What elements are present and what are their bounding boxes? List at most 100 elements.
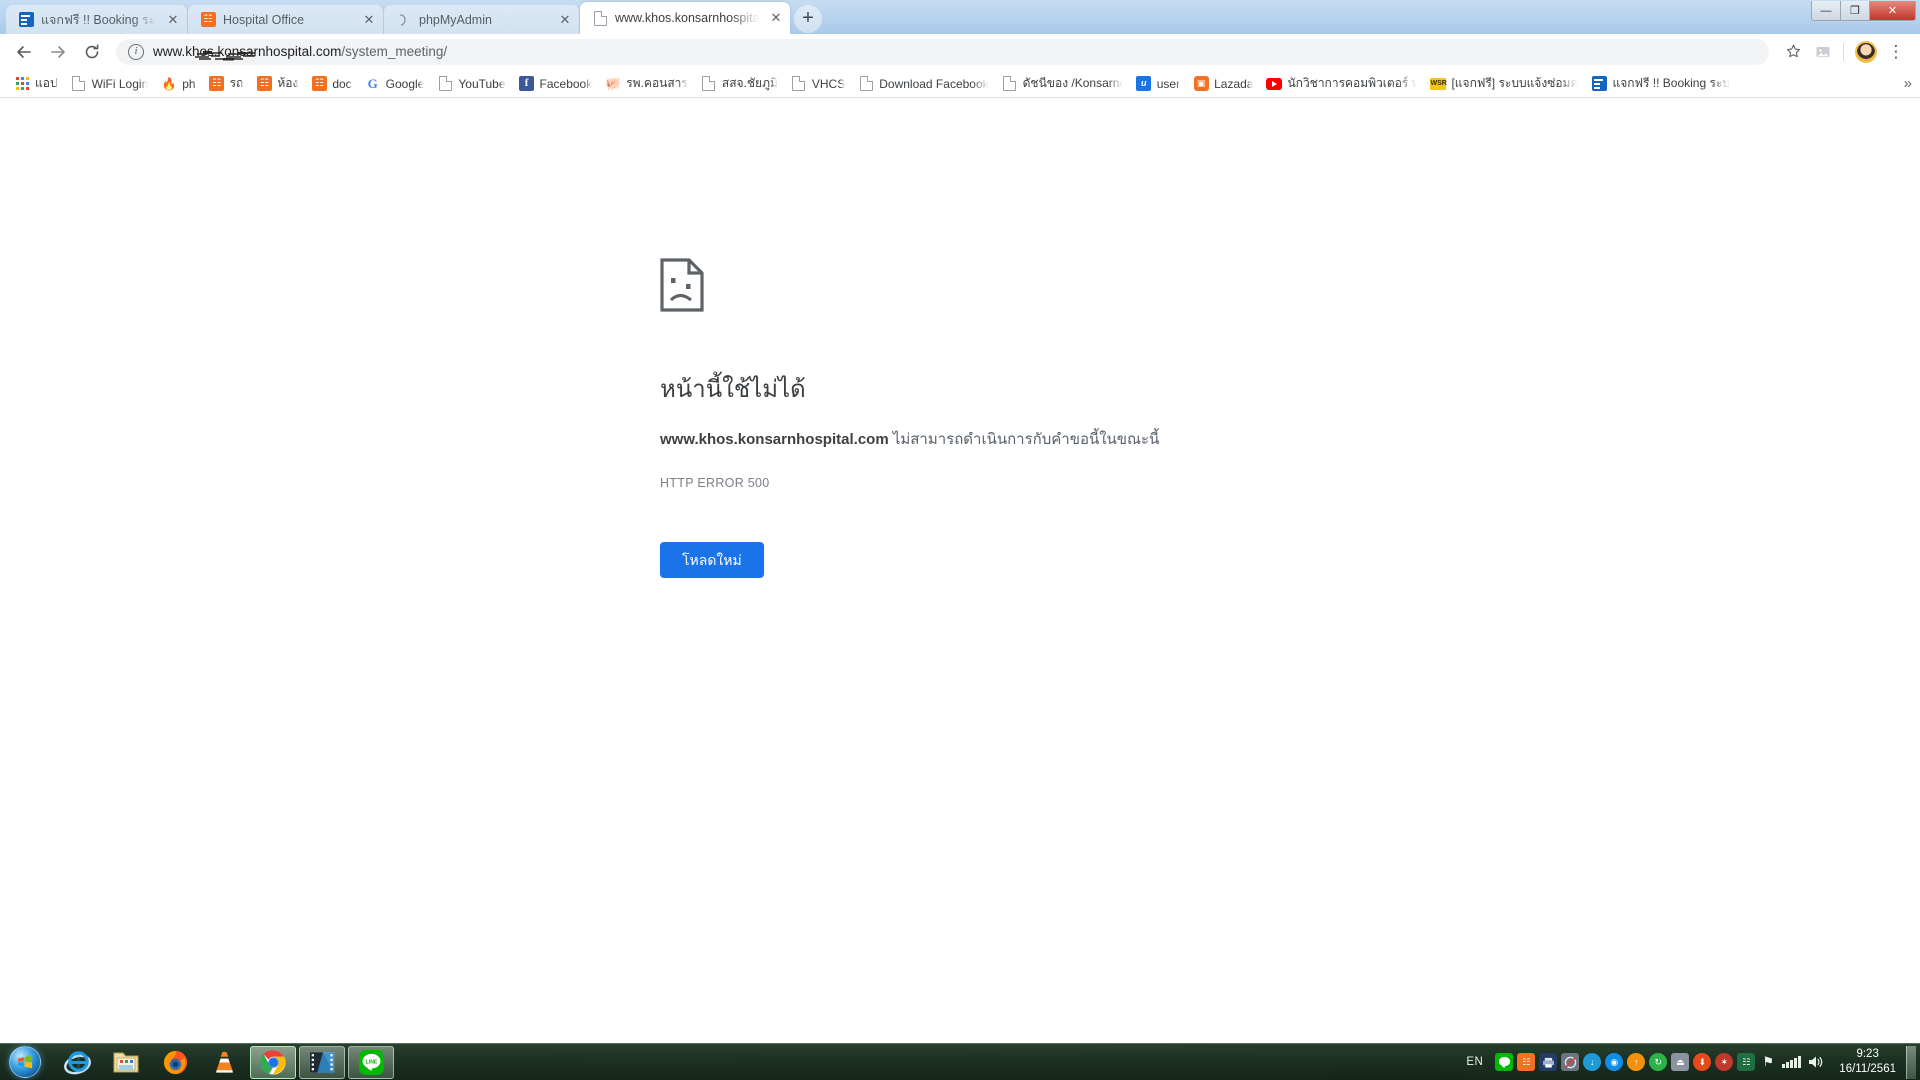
bookmark-label: user [1156, 76, 1181, 91]
update-tray-icon[interactable]: ↑ [1627, 1053, 1646, 1071]
reload-button[interactable]: โหลดใหม่ [660, 541, 764, 579]
doc-icon [858, 76, 874, 92]
error-description: www.khos.konsarnhospital.com ไม่สามารถดำ… [660, 429, 1300, 452]
page-title: หน้านี้ใช้ไม่ได้ [660, 376, 806, 403]
bookmark-download-facebook[interactable]: Download Facebook [852, 74, 994, 94]
bookmark-user[interactable]: u user [1130, 74, 1186, 94]
new-tab-button[interactable]: + [794, 5, 822, 33]
tab-hospital-office[interactable]: ☷ Hospital Office ✕ [188, 5, 384, 34]
bookmark-booking-system[interactable]: แจกฟรี !! Booking ระบ [1585, 72, 1736, 95]
phpmyadmin-icon [396, 12, 412, 28]
bookmark-chaiyaphum[interactable]: สสจ.ชัยภูมิ [695, 72, 784, 95]
error-reason: ไม่สามารถดำเนินการกับคำขอนี้ในขณะนี้ [888, 431, 1160, 449]
error-host: www.khos.konsarnhospital.com [660, 431, 889, 449]
error-content: หน้านี้ใช้ไม่ได้ www.khos.konsarnhospita… [660, 258, 1300, 579]
restore-button[interactable]: ❐ [1841, 1, 1870, 20]
speaker-icon[interactable] [1805, 1053, 1825, 1071]
clock[interactable]: 9:23 16/11/2561 [1839, 1047, 1896, 1077]
clock-date: 16/11/2561 [1839, 1063, 1896, 1075]
bookmark-wifi-login[interactable]: WiFi Login [65, 74, 155, 94]
ccleaner-icon[interactable]: ✶ [1715, 1053, 1734, 1071]
action-center-icon[interactable]: ⚑ [1759, 1053, 1777, 1071]
taskbar-google-chrome[interactable] [250, 1045, 296, 1079]
xampp-icon: ☷ [200, 12, 216, 28]
bookmark-label: WiFi Login [91, 76, 149, 91]
minimize-button[interactable]: — [1812, 1, 1841, 20]
tab-khos-konsarnhospital[interactable]: www.khos.konsarnhospital.com ✕ [580, 2, 790, 34]
xampp-tray-icon[interactable]: ☷ [1517, 1053, 1536, 1071]
bookmark-ph[interactable]: 🔥 ph [155, 74, 201, 94]
bookmark-lazada[interactable]: ▣ Lazada [1187, 74, 1259, 94]
tab-booking[interactable]: แจกฟรี !! Booking ระบบจองห้องประ ✕ [6, 5, 188, 34]
taskbar-video-editor[interactable] [299, 1045, 345, 1079]
chrome-menu-icon[interactable]: ⋮ [1882, 38, 1910, 66]
sync-tray-icon[interactable]: ↻ [1649, 1053, 1668, 1071]
bookmark-doc[interactable]: ☷ doc [305, 74, 357, 94]
bookmark-google[interactable]: G Google [359, 74, 431, 94]
bookmark-label: นักวิชาการคอมพิวเตอร์ ท [1287, 76, 1418, 90]
network-monitor-icon[interactable] [1561, 1053, 1580, 1071]
language-indicator[interactable]: EN [1466, 1056, 1483, 1068]
bookmark-apps[interactable]: แอป [8, 72, 64, 95]
bookmarks-overflow-icon[interactable]: » [1904, 75, 1912, 92]
bookmark-index-konsarn[interactable]: ดัชนีของ /Konsarn/ [996, 72, 1129, 95]
xampp-icon: ☷ [311, 76, 327, 92]
taskbar-mozilla-firefox[interactable] [152, 1046, 198, 1079]
printer-tray-icon[interactable] [1539, 1053, 1558, 1071]
blue-form-icon [18, 12, 34, 28]
system-tray: EN ☷ ↓ ◉ ↑ ↻ ⏏ ⬇ ✶ ☷ ⚑ 9:23 16/11/2561 [1466, 1045, 1920, 1079]
sad-page-icon [660, 258, 704, 312]
address-bar[interactable]: i www.khos.konsarnhospital.com/system_me… [116, 38, 1769, 65]
tab-title: www.khos.konsarnhospital.com [615, 11, 760, 25]
back-icon[interactable] [10, 38, 38, 66]
doc-icon [791, 76, 807, 92]
usb-safely-remove-icon[interactable]: ⏏ [1671, 1053, 1690, 1071]
show-desktop-button[interactable] [1906, 1045, 1916, 1079]
url-path: /system_meeting/ [341, 44, 448, 59]
taskbar-line-messenger[interactable]: LINE [348, 1045, 394, 1079]
tab-close-icon[interactable]: ✕ [361, 12, 377, 28]
start-button[interactable] [2, 1045, 48, 1079]
extension-image-icon[interactable] [1809, 38, 1837, 66]
firefox-icon: 🔥 [161, 76, 177, 91]
bookmark-label: สสจ.ชัยภูมิ [721, 76, 778, 90]
tab-close-icon[interactable]: ✕ [768, 10, 784, 26]
tab-phpmyadmin[interactable]: phpMyAdmin ✕ [384, 5, 580, 34]
download-manager-icon[interactable]: ⬇ [1693, 1053, 1712, 1071]
teamviewer-icon[interactable]: ◉ [1605, 1053, 1624, 1071]
bookmark-hong[interactable]: ☷ ห้อง [250, 72, 304, 95]
signal-bars-icon[interactable] [1781, 1053, 1801, 1071]
tab-close-icon[interactable]: ✕ [557, 12, 573, 28]
avatar[interactable] [1852, 38, 1880, 66]
bookmark-vhcs[interactable]: VHCS [785, 74, 851, 94]
taskbar-internet-explorer[interactable] [54, 1046, 100, 1079]
xampp-icon: ☷ [256, 76, 272, 92]
bookmark-repair-system[interactable]: WSR [แจกฟรี] ระบบแจ้งซ่อมค [1424, 72, 1584, 95]
bookmark-star-icon[interactable] [1779, 38, 1807, 66]
apps-grid-icon [14, 76, 30, 92]
bookmark-label: ดัชนีของ /Konsarn/ [1022, 76, 1123, 90]
forward-icon[interactable] [44, 38, 72, 66]
chrome-window: แจกฟรี !! Booking ระบบจองห้องประ ✕ ☷ Hos… [0, 0, 1920, 1043]
tab-close-icon[interactable]: ✕ [165, 12, 181, 28]
reload-icon[interactable] [78, 38, 106, 66]
bookmark-youtube[interactable]: YouTube [431, 74, 511, 94]
taskbar-windows-explorer[interactable] [103, 1046, 149, 1079]
window-controls: — ❐ ✕ [1811, 1, 1916, 21]
tab-title: phpMyAdmin [419, 12, 492, 27]
close-button[interactable]: ✕ [1870, 1, 1915, 20]
line-tray-icon[interactable] [1495, 1053, 1514, 1071]
bookmark-facebook[interactable]: f Facebook [513, 74, 599, 94]
bookmark-label: รถ [229, 76, 244, 90]
page-info-icon[interactable]: i [128, 43, 144, 60]
taskbar-vlc-media-player[interactable] [201, 1046, 247, 1079]
excel-tray-icon[interactable]: ☷ [1737, 1053, 1756, 1071]
browser-toolbar: i www.khos.konsarnhospital.com/system_me… [0, 34, 1920, 70]
idm-tray-icon[interactable]: ↓ [1583, 1053, 1602, 1071]
bookmark-computer-academic[interactable]: นักวิชาการคอมพิวเตอร์ ท [1260, 72, 1423, 95]
bookmark-rot[interactable]: ☷ รถ [203, 72, 250, 95]
bookmark-konsarn-hospital[interactable]: 🐖 รพ.คอนสาร [599, 72, 694, 95]
window-drag-area [822, 0, 1920, 34]
google-icon: G [367, 75, 378, 91]
tab-strip: แจกฟรี !! Booking ระบบจองห้องประ ✕ ☷ Hos… [0, 0, 1920, 34]
